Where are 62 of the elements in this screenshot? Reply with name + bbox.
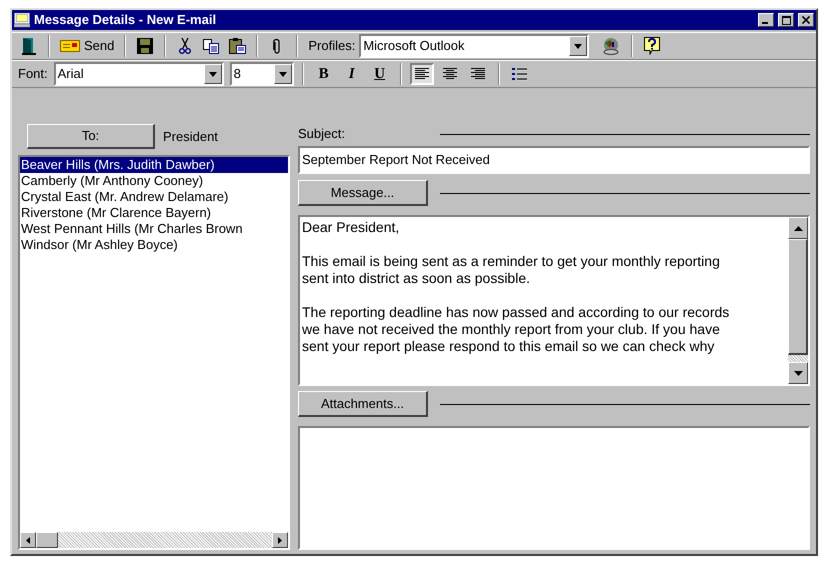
door-icon — [22, 37, 36, 55]
font-dropdown[interactable]: Arial — [54, 62, 224, 86]
left-arrow-icon — [26, 536, 30, 544]
bullet-list-icon — [512, 68, 528, 80]
close-icon — [802, 16, 810, 24]
font-label: Font: — [18, 65, 48, 84]
recipient-item[interactable]: Riverstone (Mr Clarence Bayern) — [20, 205, 288, 221]
scissors-icon — [179, 38, 192, 54]
paperclip-icon — [273, 38, 282, 54]
dropdown-button[interactable] — [204, 64, 222, 84]
caret-icon — [208, 72, 217, 76]
attachments-button[interactable]: Attachments... — [298, 391, 428, 417]
envelope-icon — [60, 40, 80, 52]
maximize-icon — [782, 16, 790, 24]
message-paragraph: The reporting deadline has now passed and according to our records we have not received the monthly report from your club. If you have sent your report please respond to this email so we can check why — [302, 304, 730, 355]
computer-icon — [14, 12, 30, 28]
profile-dropdown[interactable]: Microsoft Outlook — [359, 34, 590, 58]
message-paragraph: This email is being sent as a reminder to get your monthly reporting sent into district as soon as possible. — [302, 253, 721, 287]
maximize-button[interactable] — [778, 13, 794, 27]
subject-field[interactable]: September Report Not Received — [298, 146, 810, 174]
recipient-value: President — [163, 128, 218, 146]
caret-icon — [278, 72, 287, 76]
close-button[interactable] — [798, 13, 814, 27]
align-icon — [442, 68, 457, 80]
up-arrow-icon — [794, 226, 802, 230]
format-button[interactable]: U — [368, 63, 392, 85]
down-arrow-icon — [794, 370, 802, 376]
paste-button[interactable] — [226, 35, 248, 57]
dropdown-button[interactable] — [274, 64, 292, 84]
recipient-item[interactable]: Windsor (Mr Ashley Boyce) — [20, 237, 288, 253]
globe-icon — [601, 37, 622, 55]
recipient-item[interactable]: Camberly (Mr Anthony Cooney) — [20, 173, 288, 189]
scroll-track — [788, 355, 808, 362]
dropdown-button[interactable] — [569, 36, 588, 56]
subject-label: Subject: — [298, 125, 346, 144]
caret-icon — [574, 44, 582, 48]
minimize-button[interactable] — [758, 13, 774, 27]
send-button[interactable]: Send — [58, 35, 116, 57]
align-icon — [470, 68, 485, 80]
align-button[interactable] — [410, 63, 434, 85]
recipient-item[interactable]: West Pennant Hills (Mr Charles Brown — [20, 221, 288, 237]
vertical-scrollbar[interactable] — [788, 217, 808, 384]
clipboard-icon — [228, 38, 246, 54]
minimize-icon — [762, 22, 768, 24]
profiles-label: Profiles: — [308, 37, 356, 56]
window-title: Message Details - New E-mail — [34, 11, 218, 30]
help-icon — [644, 37, 660, 55]
message-paragraph: Dear President, — [302, 219, 400, 236]
message-button[interactable]: Message... — [298, 180, 428, 206]
message-area[interactable] — [298, 215, 810, 386]
scroll-thumb[interactable] — [788, 239, 808, 355]
horizontal-scrollbar[interactable] — [20, 532, 288, 548]
copy-icon — [203, 38, 220, 54]
format-button[interactable]: B — [312, 63, 336, 85]
size-dropdown[interactable]: 8 — [230, 62, 294, 86]
recipient-item[interactable]: Beaver Hills (Mrs. Judith Dawber) — [20, 157, 288, 173]
format-button[interactable]: I — [340, 63, 364, 85]
scroll-thumb[interactable] — [36, 532, 58, 548]
to-button[interactable]: To: — [27, 124, 155, 149]
right-arrow-icon — [278, 536, 282, 544]
recipient-item[interactable]: Crystal East (Mr. Andrew Delamare) — [20, 189, 288, 205]
align-icon — [414, 68, 429, 80]
